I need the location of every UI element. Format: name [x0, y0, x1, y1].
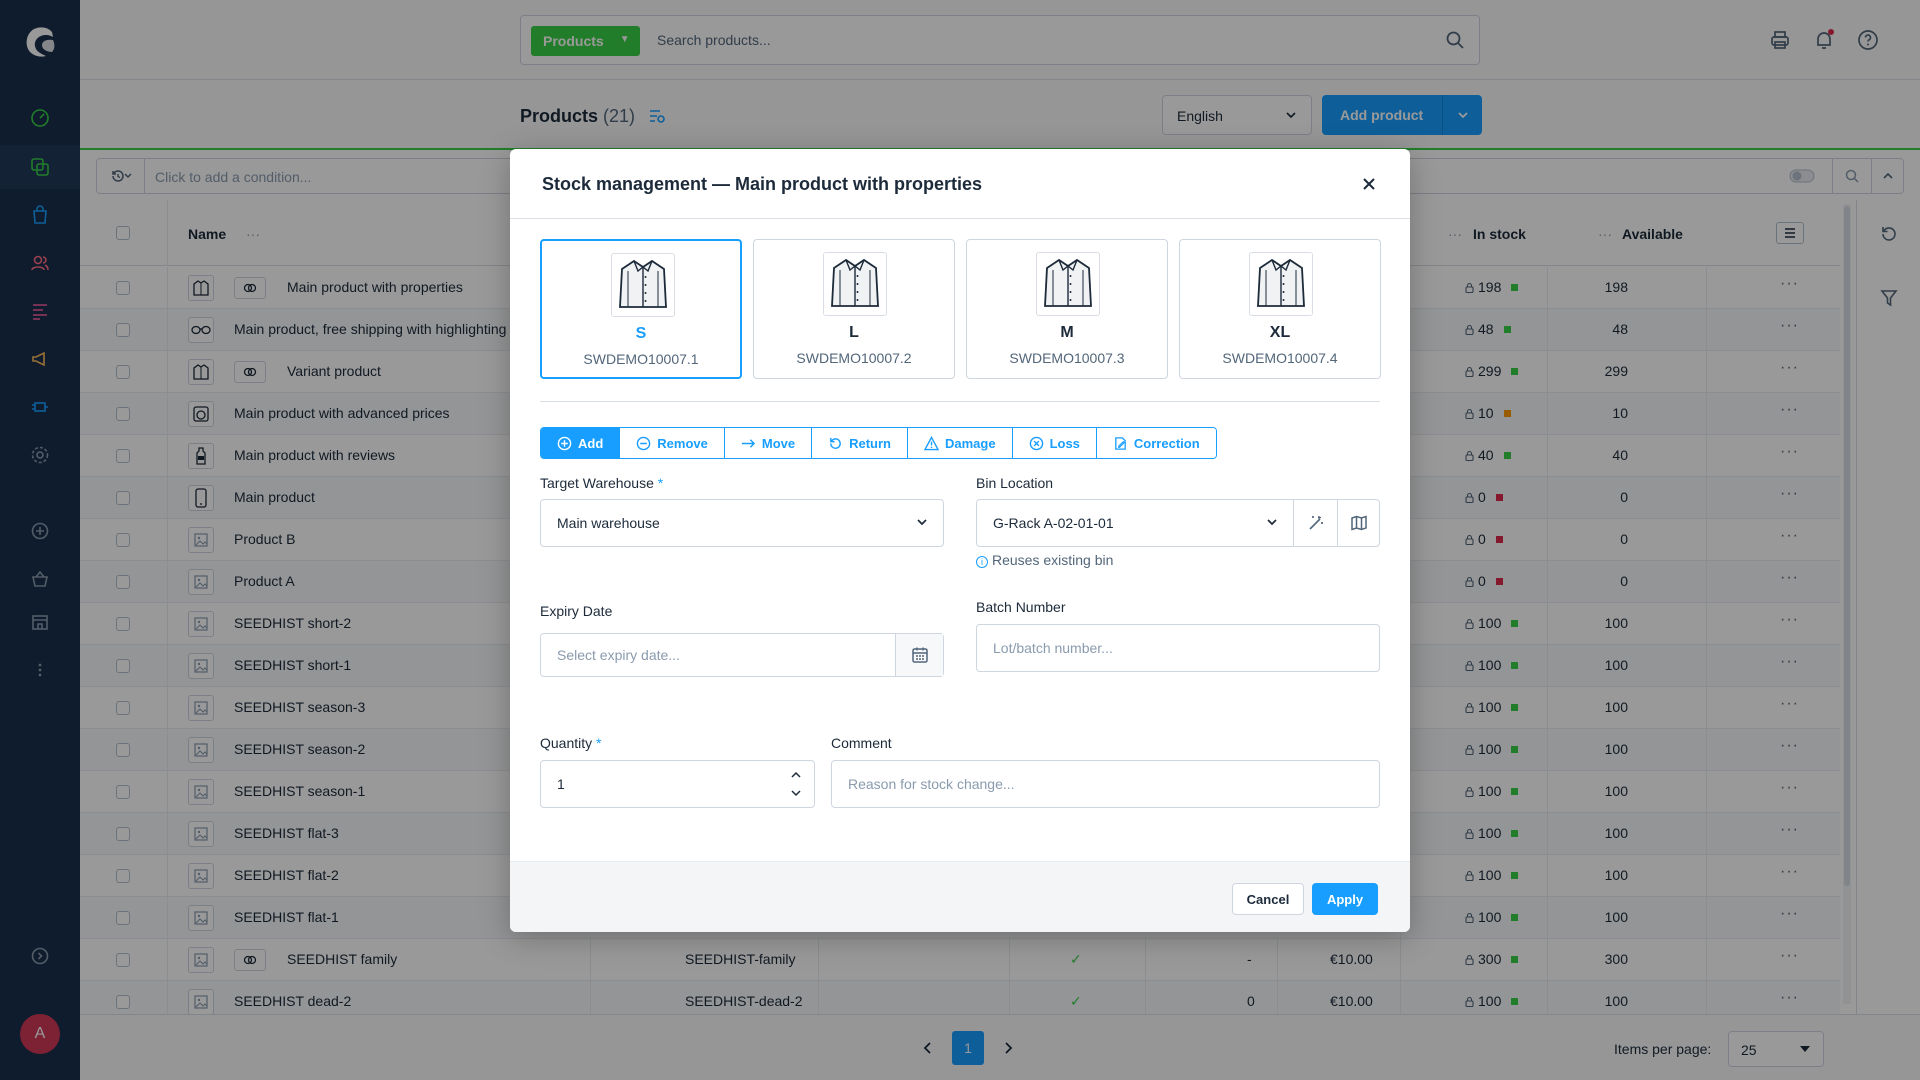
modal-title: Stock management — Main product with pro…	[542, 174, 983, 194]
shirt-icon	[1036, 252, 1100, 316]
variant-sku: SWDEMO10007.1	[583, 351, 699, 367]
shirt-icon	[611, 253, 675, 317]
variant-card[interactable]: S SWDEMO10007.1	[540, 239, 742, 379]
tab-move[interactable]: Move	[724, 428, 813, 458]
variant-card[interactable]: M SWDEMO10007.3	[966, 239, 1168, 379]
cancel-button[interactable]: Cancel	[1232, 883, 1304, 915]
expiry-date-input[interactable]: Select expiry date...	[557, 647, 680, 663]
tab-label: Damage	[944, 435, 996, 451]
tab-label: Loss	[1049, 435, 1080, 451]
close-icon[interactable]	[1360, 175, 1378, 193]
variant-sku: SWDEMO10007.4	[1222, 350, 1338, 366]
chevron-down-icon[interactable]	[790, 787, 802, 799]
info-icon: i	[976, 556, 988, 568]
modal-header: Stock management — Main product with pro…	[510, 149, 1410, 219]
apply-button[interactable]: Apply	[1312, 883, 1378, 915]
warning-icon	[923, 435, 939, 451]
variant-size: M	[1060, 324, 1074, 341]
expiry-date-field: Select expiry date...	[540, 633, 944, 677]
auto-assign-bin-button[interactable]	[1293, 500, 1337, 546]
x-circle-icon	[1029, 436, 1044, 451]
shirt-icon	[1249, 252, 1313, 316]
chevron-up-icon[interactable]	[790, 769, 802, 781]
arrow-right-icon	[741, 436, 756, 451]
bin-map-button[interactable]	[1337, 500, 1379, 546]
tab-return[interactable]: Return	[812, 428, 908, 458]
batch-number-label: Batch Number	[976, 599, 1066, 615]
variant-card[interactable]: L SWDEMO10007.2	[753, 239, 955, 379]
bin-location-field: G-Rack A-02-01-01	[976, 499, 1380, 547]
minus-circle-icon	[636, 436, 651, 451]
shirt-icon	[823, 252, 887, 316]
expiry-date-label: Expiry Date	[540, 603, 613, 619]
batch-number-placeholder: Lot/batch number...	[993, 640, 1113, 656]
stock-action-tabs: Add Remove Move Return Damage Loss Correction	[540, 427, 1217, 459]
variant-size: XL	[1269, 324, 1291, 341]
tab-remove[interactable]: Remove	[620, 428, 725, 458]
tab-damage[interactable]: Damage	[907, 428, 1013, 458]
target-warehouse-select[interactable]: Main warehouse	[540, 499, 944, 547]
variant-card[interactable]: XL SWDEMO10007.4	[1179, 239, 1381, 379]
tab-add[interactable]: Add	[541, 428, 621, 458]
target-warehouse-value: Main warehouse	[557, 515, 660, 531]
tab-label: Move	[761, 435, 796, 451]
comment-placeholder: Reason for stock change...	[848, 776, 1015, 792]
bin-location-label: Bin Location	[976, 475, 1054, 491]
tab-loss[interactable]: Loss	[1012, 428, 1097, 458]
undo-icon	[828, 436, 843, 451]
chevron-down-icon	[1267, 519, 1277, 526]
plus-circle-icon	[557, 436, 572, 451]
divider	[540, 401, 1380, 402]
calendar-icon	[911, 647, 928, 663]
comment-input[interactable]: Reason for stock change...	[831, 760, 1380, 808]
tab-correction[interactable]: Correction	[1096, 428, 1216, 458]
magic-wand-icon	[1308, 516, 1323, 530]
variant-sku: SWDEMO10007.2	[796, 350, 912, 366]
variant-size: S	[635, 325, 647, 342]
quantity-stepper[interactable]: 1	[540, 760, 815, 808]
variant-sku: SWDEMO10007.3	[1009, 350, 1125, 366]
bin-location-select[interactable]: G-Rack A-02-01-01	[977, 500, 1293, 546]
map-icon	[1350, 515, 1367, 531]
stock-management-modal: Stock management — Main product with pro…	[510, 149, 1410, 932]
bin-reuse-hint: i Reuses existing bin	[976, 552, 1113, 568]
tab-label: Add	[578, 435, 604, 451]
quantity-label: Quantity *	[540, 735, 602, 751]
chevron-down-icon	[917, 519, 927, 526]
date-picker-button[interactable]	[895, 634, 943, 676]
variant-size: L	[849, 324, 859, 341]
comment-label: Comment	[831, 735, 892, 751]
quantity-value: 1	[557, 776, 565, 792]
tab-label: Correction	[1133, 435, 1200, 451]
modal-footer: Cancel Apply	[510, 861, 1410, 932]
target-warehouse-label: Target Warehouse *	[540, 475, 664, 491]
tab-label: Return	[849, 435, 891, 451]
edit-document-icon	[1113, 436, 1128, 451]
batch-number-input[interactable]: Lot/batch number...	[976, 624, 1380, 672]
tab-label: Remove	[657, 435, 708, 451]
bin-location-value: G-Rack A-02-01-01	[993, 515, 1114, 531]
